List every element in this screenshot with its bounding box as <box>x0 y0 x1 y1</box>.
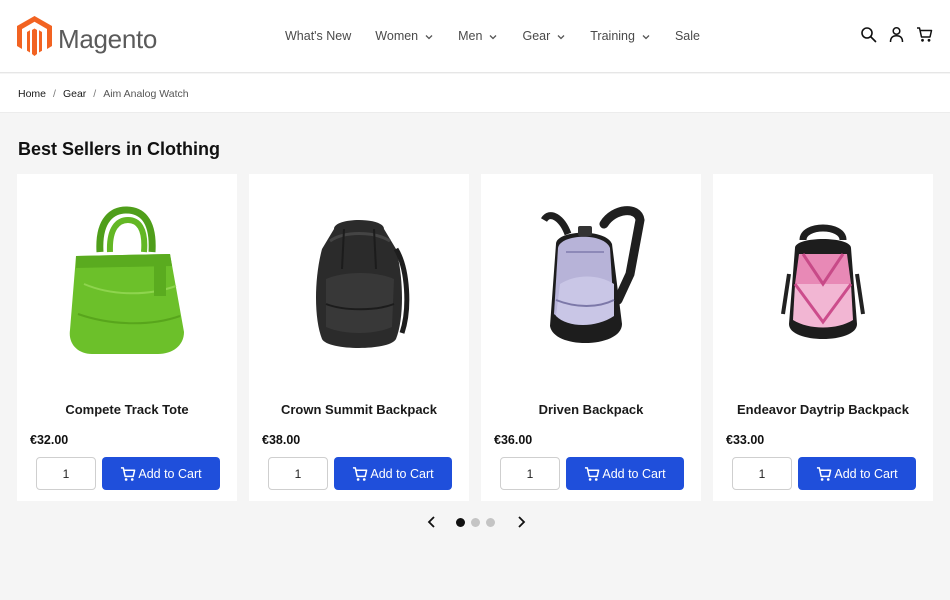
add-to-cart-button[interactable]: Add to Cart <box>102 457 220 490</box>
chevron-right-icon[interactable] <box>514 514 528 530</box>
carousel-pager <box>425 514 528 530</box>
cart-icon <box>584 466 600 482</box>
cart-icon <box>816 466 832 482</box>
nav-item-label: What's New <box>285 29 352 43</box>
quantity-input[interactable] <box>500 457 560 490</box>
product-name[interactable]: Driven Backpack <box>481 402 701 417</box>
logo-text: Magento <box>58 23 158 54</box>
product-image-black-backpack[interactable] <box>249 194 469 374</box>
product-name[interactable]: Endeavor Daytrip Backpack <box>713 402 933 417</box>
account-icon[interactable] <box>888 26 905 43</box>
product-card: Endeavor Daytrip Backpack €33.00 Add to … <box>713 174 933 501</box>
product-name[interactable]: Crown Summit Backpack <box>249 402 469 417</box>
product-price: €36.00 <box>494 433 533 447</box>
site-header: Magento What's New Women Men Gear Traini… <box>0 0 950 73</box>
magento-logo-icon <box>17 16 52 61</box>
chevron-down-icon <box>556 31 566 41</box>
header-actions <box>860 26 933 43</box>
product-name[interactable]: Compete Track Tote <box>17 402 237 417</box>
search-icon[interactable] <box>860 26 877 43</box>
cart-icon <box>120 466 136 482</box>
product-price: €32.00 <box>30 433 69 447</box>
nav-item-whats-new[interactable]: What's New <box>285 26 351 46</box>
carousel-dot-3[interactable] <box>486 517 495 527</box>
product-card: Driven Backpack €36.00 Add to Cart <box>481 174 701 501</box>
quantity-input[interactable] <box>732 457 792 490</box>
breadcrumb-current: Aim Analog Watch <box>103 88 189 100</box>
product-price: €33.00 <box>726 433 765 447</box>
cart-icon[interactable] <box>916 26 933 43</box>
nav-item-label: Sale <box>674 29 700 43</box>
product-image-lavender-backpack[interactable] <box>481 194 701 374</box>
section-title: Best Sellers in Clothing <box>18 139 221 159</box>
add-to-cart-button[interactable]: Add to Cart <box>798 457 916 490</box>
carousel-dot-2[interactable] <box>471 517 480 527</box>
nav-item-label: Gear <box>522 29 551 43</box>
product-carousel: Compete Track Tote €32.00 Add to Cart Cr… <box>17 174 933 501</box>
carousel-dot-1[interactable] <box>456 517 465 527</box>
add-to-cart-label: Add to Cart <box>602 466 666 481</box>
chevron-down-icon <box>424 31 434 41</box>
add-to-cart-label: Add to Cart <box>834 466 898 481</box>
breadcrumb-separator: / <box>53 88 56 100</box>
chevron-left-icon[interactable] <box>425 514 439 530</box>
nav-item-sale[interactable]: Sale <box>675 26 700 46</box>
breadcrumb: Home / Gear / Aim Analog Watch <box>18 88 189 100</box>
add-to-cart-label: Add to Cart <box>370 466 434 481</box>
product-card: Crown Summit Backpack €38.00 Add to Cart <box>249 174 469 501</box>
nav-item-label: Women <box>375 29 419 43</box>
product-image-green-tote-bag[interactable] <box>17 194 237 374</box>
chevron-down-icon <box>641 31 651 41</box>
cart-icon <box>352 466 368 482</box>
nav-item-label: Men <box>458 29 483 43</box>
quantity-input[interactable] <box>268 457 328 490</box>
product-card: Compete Track Tote €32.00 Add to Cart <box>17 174 237 501</box>
nav-item-label: Training <box>590 29 635 43</box>
quantity-input[interactable] <box>36 457 96 490</box>
main-nav: What's New Women Men Gear Training Sale <box>285 26 724 46</box>
logo[interactable]: Magento <box>17 16 157 61</box>
breadcrumb-gear[interactable]: Gear <box>63 88 86 100</box>
product-image-pink-black-backpack[interactable] <box>713 194 933 374</box>
nav-item-training[interactable]: Training <box>590 26 651 46</box>
add-to-cart-button[interactable]: Add to Cart <box>334 457 452 490</box>
nav-item-men[interactable]: Men <box>458 26 498 46</box>
add-to-cart-button[interactable]: Add to Cart <box>566 457 684 490</box>
breadcrumb-home[interactable]: Home <box>18 88 46 100</box>
add-to-cart-label: Add to Cart <box>138 466 202 481</box>
nav-item-women[interactable]: Women <box>375 26 434 46</box>
carousel-dots <box>456 517 495 527</box>
chevron-down-icon <box>488 31 498 41</box>
breadcrumb-bar: Home / Gear / Aim Analog Watch <box>0 74 950 113</box>
breadcrumb-separator: / <box>93 88 97 100</box>
nav-item-gear[interactable]: Gear <box>522 26 566 46</box>
product-price: €38.00 <box>262 433 301 447</box>
